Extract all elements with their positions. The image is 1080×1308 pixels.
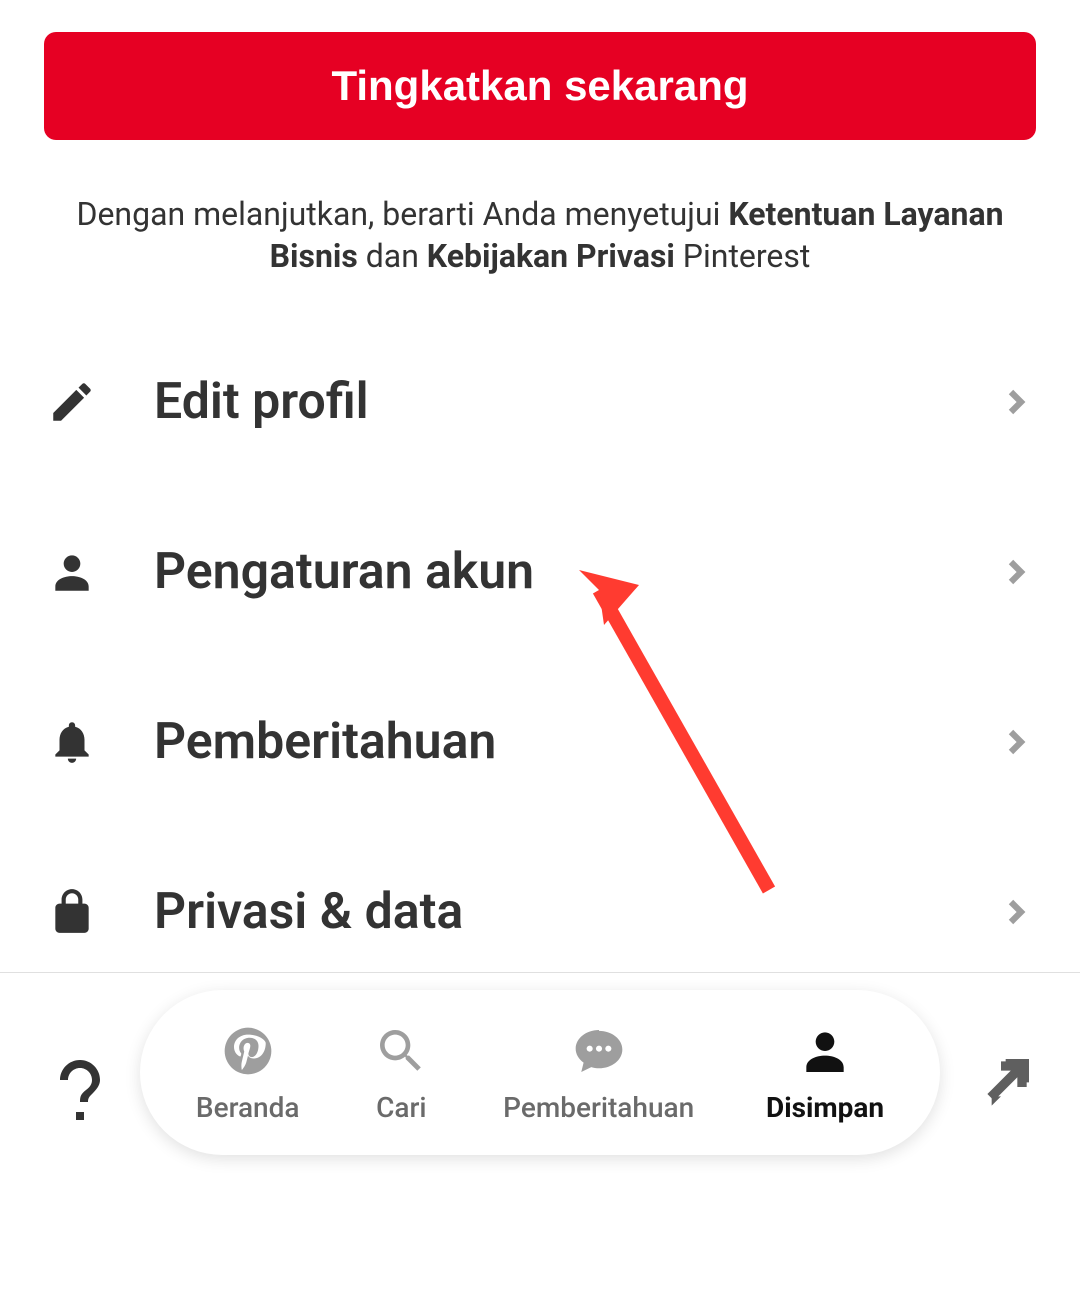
terms-disclaimer: Dengan melanjutkan, berarti Anda menyetu… bbox=[44, 194, 1036, 277]
nav-item-notifications[interactable]: Pemberitahuan bbox=[503, 1021, 694, 1124]
nav-item-home[interactable]: Beranda bbox=[196, 1021, 300, 1124]
chat-icon bbox=[569, 1021, 629, 1081]
settings-menu: Edit profil Pengaturan akun Pemberitahua… bbox=[44, 317, 1036, 997]
menu-label: Pemberitahuan bbox=[154, 713, 996, 771]
menu-item-edit-profile[interactable]: Edit profil bbox=[44, 317, 1036, 487]
disclaimer-text: dan bbox=[358, 237, 427, 275]
lock-icon bbox=[44, 884, 100, 940]
menu-label: Pengaturan akun bbox=[154, 543, 996, 601]
chevron-right-icon bbox=[996, 552, 1036, 592]
menu-item-account-settings[interactable]: Pengaturan akun bbox=[44, 487, 1036, 657]
disclaimer-text: Pinterest bbox=[675, 237, 811, 275]
bell-icon bbox=[44, 714, 100, 770]
nav-label: Pemberitahuan bbox=[503, 1091, 694, 1124]
person-icon bbox=[795, 1021, 855, 1081]
search-icon bbox=[371, 1021, 431, 1081]
help-icon[interactable] bbox=[54, 1058, 110, 1114]
menu-label: Edit profil bbox=[154, 373, 996, 431]
share-icon[interactable] bbox=[980, 1052, 1042, 1114]
bottom-nav: Beranda Cari Pemberitahuan Disimpan bbox=[140, 990, 940, 1155]
upgrade-button[interactable]: Tingkatkan sekarang bbox=[44, 32, 1036, 140]
person-icon bbox=[44, 544, 100, 600]
divider bbox=[0, 972, 1080, 973]
chevron-right-icon bbox=[996, 382, 1036, 422]
nav-item-saved[interactable]: Disimpan bbox=[766, 1021, 884, 1124]
nav-label: Disimpan bbox=[766, 1091, 884, 1124]
nav-label: Cari bbox=[376, 1091, 426, 1124]
nav-item-search[interactable]: Cari bbox=[371, 1021, 431, 1124]
disclaimer-text: Dengan melanjutkan, berarti Anda menyetu… bbox=[76, 195, 728, 233]
menu-label: Privasi & data bbox=[154, 883, 996, 941]
menu-item-notifications[interactable]: Pemberitahuan bbox=[44, 657, 1036, 827]
chevron-right-icon bbox=[996, 722, 1036, 762]
pinterest-icon bbox=[218, 1021, 278, 1081]
pencil-icon bbox=[44, 374, 100, 430]
nav-label: Beranda bbox=[196, 1091, 300, 1124]
chevron-right-icon bbox=[996, 892, 1036, 932]
privacy-policy-link[interactable]: Kebijakan Privasi bbox=[427, 237, 675, 275]
